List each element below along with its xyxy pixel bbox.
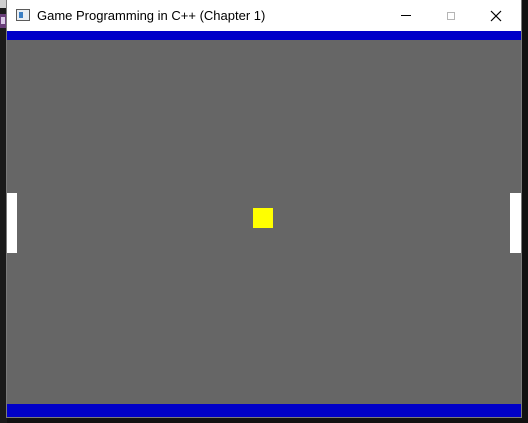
desktop-background — [0, 0, 7, 423]
game-window: Game Programming in C++ (Chapter 1) — [7, 0, 521, 417]
minimize-icon — [401, 15, 411, 16]
app-icon-detail — [19, 12, 23, 18]
desktop-fragment — [0, 0, 6, 8]
game-canvas[interactable] — [7, 31, 521, 417]
left-paddle — [7, 193, 17, 253]
bottom-wall — [7, 404, 521, 417]
ball — [253, 208, 273, 228]
app-window-icon[interactable] — [16, 9, 30, 21]
window-title: Game Programming in C++ (Chapter 1) — [37, 8, 266, 23]
close-icon — [490, 10, 502, 21]
minimize-button[interactable] — [383, 0, 429, 31]
maximize-icon — [447, 11, 455, 20]
close-button[interactable] — [473, 0, 519, 31]
top-wall — [7, 31, 521, 40]
desktop-app-icon-glyph — [1, 17, 5, 24]
title-bar[interactable]: Game Programming in C++ (Chapter 1) — [7, 0, 521, 31]
maximize-button[interactable] — [428, 0, 474, 31]
right-paddle — [510, 193, 521, 253]
